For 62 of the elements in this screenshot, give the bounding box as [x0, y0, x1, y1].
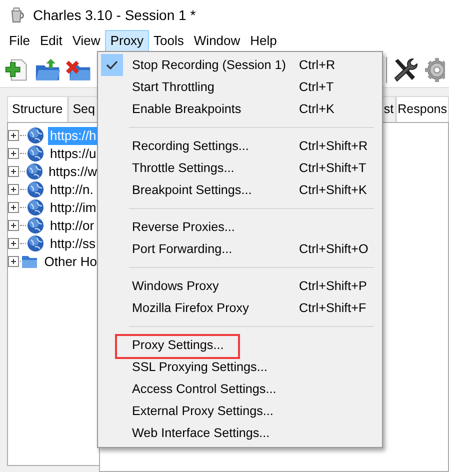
tree-item[interactable]: http://ss: [48, 234, 98, 253]
menu-option[interactable]: Port Forwarding...: [132, 240, 232, 258]
globe-icon: [27, 145, 44, 162]
menu-item[interactable]: File: [4, 30, 35, 52]
globe-icon: [27, 217, 44, 234]
menu-option[interactable]: Throttle Settings...: [132, 158, 234, 178]
globe-icon: [27, 181, 44, 198]
shortcut-text: Ctrl+Shift+F: [299, 300, 366, 317]
menu-option[interactable]: Access Control Settings...: [132, 380, 276, 398]
expand-icon[interactable]: [8, 202, 19, 214]
settings-icon[interactable]: [423, 56, 445, 84]
menu-option[interactable]: Reverse Proxies...: [132, 218, 235, 236]
globe-icon: [27, 235, 44, 252]
shortcut-text: Ctrl+K: [299, 100, 334, 118]
tab[interactable]: Structure: [7, 96, 68, 122]
menu-option[interactable]: External Proxy Settings...: [132, 402, 274, 420]
folder-icon: [21, 254, 38, 270]
menu-option[interactable]: Proxy Settings...: [132, 336, 224, 354]
new-session-icon[interactable]: [4, 56, 30, 82]
expand-icon[interactable]: [8, 184, 19, 196]
shortcut-text: Ctrl+Shift+R: [299, 138, 368, 155]
shortcut-text: Ctrl+Shift+P: [299, 278, 367, 295]
tree-item[interactable]: http://or: [48, 216, 96, 235]
tree-item[interactable]: https://u: [48, 144, 98, 163]
menu-option[interactable]: Breakpoint Settings...: [132, 180, 252, 200]
menu-option[interactable]: Stop Recording (Session 1): [132, 56, 286, 74]
shortcut-text: Ctrl+R: [299, 56, 336, 74]
expand-icon[interactable]: [8, 256, 19, 268]
expand-icon[interactable]: [8, 166, 19, 178]
expand-icon[interactable]: [8, 238, 19, 250]
check-mark[interactable]: [101, 54, 123, 76]
tree-item[interactable]: https://w: [46, 162, 99, 181]
menu-item[interactable]: Tools: [148, 30, 189, 52]
menu-option[interactable]: Start Throttling: [132, 78, 214, 96]
menu-item[interactable]: View: [67, 30, 106, 52]
tree-item[interactable]: http://n.: [48, 180, 96, 199]
shortcut-text: Ctrl+Shift+T: [299, 160, 366, 177]
menu-item[interactable]: Edit: [34, 30, 68, 52]
menu-option[interactable]: Mozilla Firefox Proxy: [132, 298, 249, 318]
menu-option[interactable]: Web Interface Settings...: [132, 424, 270, 442]
tab[interactable]: Respons: [396, 96, 449, 122]
shortcut-text: Ctrl+T: [299, 78, 334, 96]
menu-item[interactable]: Proxy: [105, 30, 149, 52]
expand-icon[interactable]: [8, 148, 19, 160]
tree-item[interactable]: http://im: [48, 198, 98, 217]
menu-option[interactable]: Enable Breakpoints: [132, 100, 242, 118]
menu-option[interactable]: Windows Proxy: [132, 276, 219, 296]
menu-option[interactable]: Recording Settings...: [132, 136, 249, 156]
globe-icon: [27, 199, 44, 216]
globe-icon: [26, 163, 43, 180]
shortcut-text: Ctrl+Shift+O: [299, 240, 368, 258]
globe-icon: [27, 127, 44, 144]
tab[interactable]: Seq: [68, 96, 100, 122]
expand-icon[interactable]: [8, 130, 19, 142]
shortcut-text: Ctrl+Shift+K: [299, 182, 367, 199]
window-title: Charles 3.10 - Session 1 *: [33, 6, 196, 24]
tree-item[interactable]: Other Ho: [42, 252, 99, 271]
open-folder-icon[interactable]: [34, 56, 62, 82]
menu-item[interactable]: Window: [188, 30, 246, 52]
expand-icon[interactable]: [8, 220, 19, 232]
menu-option[interactable]: SSL Proxying Settings...: [132, 358, 268, 376]
menu-item[interactable]: Help: [245, 30, 282, 52]
